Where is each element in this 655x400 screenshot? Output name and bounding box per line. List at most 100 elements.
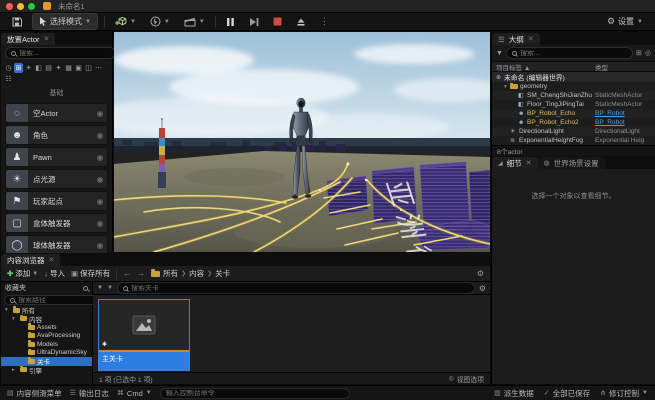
outliner-row[interactable]: ☻ BP_Robot_Echo2 BP_Robot	[492, 118, 655, 127]
column-item-label[interactable]: 项目标签 ▲	[496, 62, 595, 72]
folder-tree-row[interactable]: ▾ 所有	[1, 306, 92, 315]
filter-icon[interactable]: ▼	[496, 50, 503, 57]
frame-skip-button[interactable]	[245, 15, 263, 29]
stop-button[interactable]	[269, 15, 286, 28]
asset-search-box[interactable]	[117, 282, 475, 294]
folder-tree-row[interactable]: ▸ 引擎	[1, 366, 92, 375]
category-media-icon[interactable]: ◫	[84, 63, 93, 73]
settings-dropdown[interactable]: ⚙ 设置 ▼	[603, 14, 647, 29]
place-actor-item[interactable]: ▢ 盒体触发器 ◉	[5, 213, 108, 233]
actor-type[interactable]: StaticMeshActor	[595, 101, 651, 108]
folder-tree-row[interactable]: ▾ 内容	[1, 315, 92, 324]
level-viewport[interactable]: 亚洲街	[114, 32, 490, 252]
expander-icon[interactable]: ▸	[12, 367, 18, 373]
category-shapes-icon[interactable]: ◧	[34, 63, 43, 73]
place-actor-item[interactable]: ☀ 点光源 ◉	[5, 169, 108, 189]
outliner-search-box[interactable]	[506, 47, 633, 59]
close-window-button[interactable]	[6, 3, 13, 10]
blueprints-dropdown[interactable]: ▼	[146, 14, 174, 29]
actor-type[interactable]: BP_Robot	[595, 119, 651, 126]
eject-button[interactable]	[292, 15, 310, 29]
close-icon[interactable]: ✕	[44, 35, 50, 43]
folder-tree-row[interactable]: AvaProcessing	[1, 332, 92, 341]
tab-details[interactable]: ◢ 细节 ✕	[492, 157, 538, 169]
category-panels-icon[interactable]: ☷	[4, 74, 13, 84]
category-basic-icon[interactable]: ⊞	[14, 63, 23, 73]
category-geometry-icon[interactable]: ▦	[64, 63, 73, 73]
asset-search-input[interactable]	[131, 285, 469, 292]
tab-content-browser[interactable]: 内容浏览器 ✕	[1, 254, 60, 266]
cmd-dropdown[interactable]: ⌘ Cmd ▼	[117, 389, 152, 398]
category-cinematic-icon[interactable]: ▤	[44, 63, 53, 73]
drag-handle-icon[interactable]: ◉	[93, 197, 107, 206]
outliner-row[interactable]: ☻ BP_Robot_Echo BP_Robot	[492, 109, 655, 118]
filter-icon[interactable]: ▼	[97, 285, 103, 291]
maximize-window-button[interactable]	[28, 3, 35, 10]
expander-icon[interactable]: ▾	[5, 307, 11, 313]
actor-type[interactable]: StaticMeshActor	[595, 92, 651, 99]
content-drawer-button[interactable]: ▤ 内容侧滑菜单	[7, 388, 62, 399]
pause-button[interactable]	[222, 15, 239, 29]
tab-place-actors[interactable]: 放置Actor ✕	[1, 33, 55, 45]
import-button[interactable]: ↓ 导入	[44, 268, 65, 279]
view-options-button[interactable]: ◎ 视图选项	[449, 374, 484, 384]
category-recently-placed-icon[interactable]: ◷	[4, 63, 13, 73]
content-browser-settings-icon[interactable]: ⚙	[477, 269, 484, 278]
actor-type[interactable]: BP_Robot	[595, 110, 651, 117]
asset-grid[interactable]: ✱ 主关卡	[93, 295, 490, 372]
folder-tree-row[interactable]: 关卡	[1, 357, 92, 366]
drag-handle-icon[interactable]: ◉	[93, 153, 107, 162]
revision-control-button[interactable]: ⋔ 修订控制 ▼	[600, 388, 648, 399]
outliner-row[interactable]: ◧ Floor_TingJiPingTai StaticMeshActor	[492, 100, 655, 109]
drag-handle-icon[interactable]: ◉	[93, 219, 107, 228]
actor-type[interactable]: Exponential Heig	[595, 137, 651, 144]
column-type[interactable]: 类型	[595, 62, 651, 72]
search-icon[interactable]	[83, 286, 88, 291]
category-volumes-icon[interactable]: ▣	[74, 63, 83, 73]
drag-handle-icon[interactable]: ◉	[93, 241, 107, 250]
place-actor-item[interactable]: ☻ 角色 ◉	[5, 125, 108, 145]
close-icon[interactable]: ✕	[49, 256, 55, 264]
expander-icon[interactable]: ▾	[12, 316, 18, 322]
folder-tree-row[interactable]: Models	[1, 340, 92, 349]
add-actor-dropdown[interactable]: ▼	[111, 14, 140, 29]
favorites-row[interactable]: 收藏夹	[1, 282, 92, 294]
drag-handle-icon[interactable]: ◉	[93, 109, 107, 118]
breadcrumb-all[interactable]: 所有	[163, 268, 178, 279]
drag-handle-icon[interactable]: ◉	[93, 175, 107, 184]
outliner-world-row[interactable]: ⊕ 未命名 (编辑器世界)	[492, 72, 655, 82]
place-actor-item[interactable]: ♟ Pawn ◉	[5, 147, 108, 167]
place-actor-item[interactable]: ◌ 空Actor ◉	[5, 103, 108, 123]
breadcrumb-levels[interactable]: 关卡	[215, 268, 230, 279]
outliner-row[interactable]: ▾ geometry	[492, 82, 655, 91]
back-icon[interactable]: ←	[123, 269, 131, 278]
drag-handle-icon[interactable]: ◉	[93, 131, 107, 140]
save-button[interactable]	[8, 15, 26, 29]
close-icon[interactable]: ✕	[528, 35, 534, 43]
outliner-row[interactable]: ◧ SM_ChengShiJianZhu StaticMeshActor	[492, 91, 655, 100]
category-lights-icon[interactable]: ☀	[24, 63, 33, 73]
place-actor-item[interactable]: ◯ 球体触发器 ◉	[5, 235, 108, 255]
tab-outliner[interactable]: ☰ 大纲 ✕	[492, 33, 540, 45]
category-all-classes-icon[interactable]: ⋯	[94, 63, 103, 73]
console-command-box[interactable]	[160, 388, 350, 399]
actor-type[interactable]: DirectionalLight	[595, 128, 651, 135]
select-mode-dropdown[interactable]: 选择模式 ▼	[32, 13, 98, 30]
visibility-icon[interactable]: ◎	[645, 49, 651, 57]
breadcrumb-content[interactable]: 内容	[189, 268, 204, 279]
folder-tree-row[interactable]: Assets	[1, 323, 92, 332]
new-folder-icon[interactable]: ⊞	[636, 49, 642, 57]
place-search-box[interactable]	[5, 47, 116, 59]
tab-world-settings[interactable]: ◍ 世界场景设置	[538, 157, 605, 169]
derived-data-button[interactable]: ▥ 派生数据	[494, 388, 534, 399]
console-command-input[interactable]	[166, 390, 344, 397]
category-visual-effects-icon[interactable]: ✦	[54, 63, 63, 73]
cinematics-dropdown[interactable]: ▼	[180, 15, 209, 29]
close-icon[interactable]: ✕	[526, 159, 532, 167]
view-settings-icon[interactable]: ⚙	[479, 284, 486, 293]
asset-tile-level[interactable]: ✱ 主关卡	[98, 299, 190, 371]
place-search-input[interactable]	[19, 50, 110, 57]
minimize-window-button[interactable]	[17, 3, 24, 10]
save-status-button[interactable]: ✓ 全部已保存	[544, 388, 590, 399]
add-button[interactable]: ✚ 添加 ▼	[7, 268, 38, 279]
